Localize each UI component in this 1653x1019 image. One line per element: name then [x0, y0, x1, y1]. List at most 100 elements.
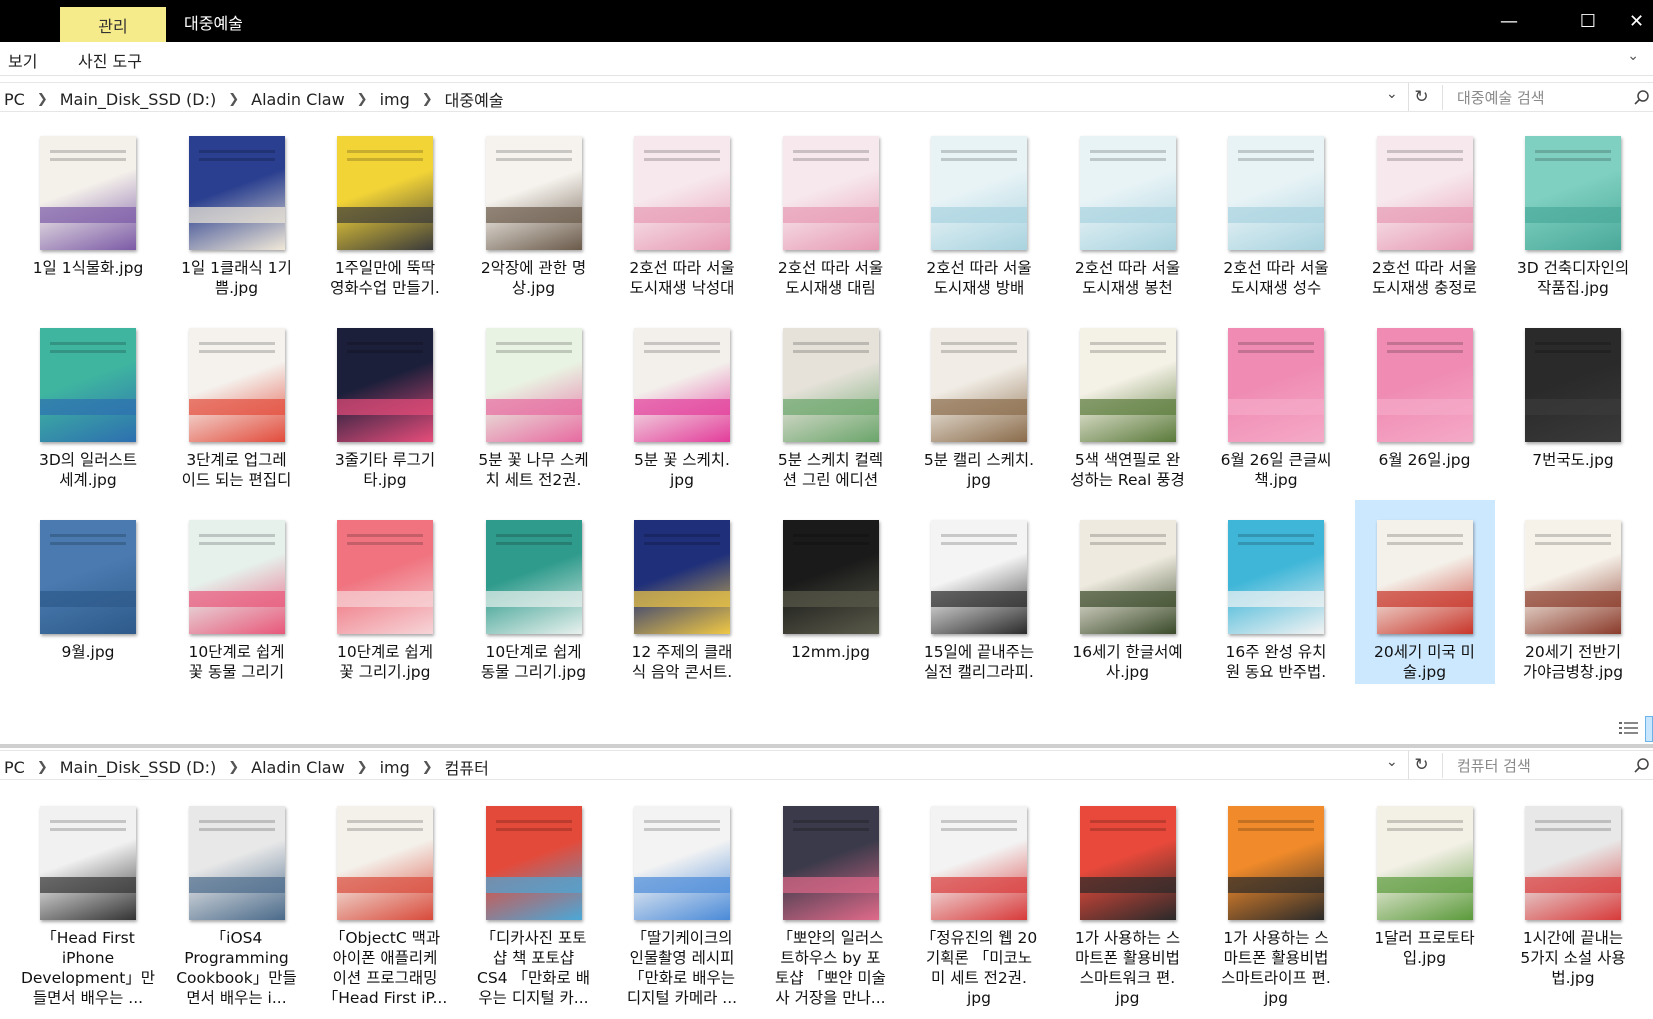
- file-item[interactable]: 「딸기케이크의 인물촬영 레시피 「만화로 배우는 디지털 카메라 ...: [612, 786, 752, 1008]
- file-thumbnail[interactable]: [634, 328, 730, 442]
- file-name[interactable]: 9월.jpg: [20, 642, 156, 662]
- chevron-right-icon[interactable]: ❯: [228, 760, 239, 775]
- file-thumbnail[interactable]: [188, 806, 285, 920]
- file-name[interactable]: 1일 1식물화.jpg: [20, 258, 156, 278]
- file-name[interactable]: 1가 사용하는 스 마트폰 활용비법 스마트라이프 편. jpg: [1208, 928, 1344, 1006]
- file-item[interactable]: 2악장에 관한 명 상.jpg: [464, 116, 604, 300]
- file-item[interactable]: 1가 사용하는 스 마트폰 활용비법 스마트라이프 편. jpg: [1206, 786, 1346, 1008]
- file-thumbnail[interactable]: [634, 520, 730, 634]
- file-thumbnail[interactable]: [1079, 520, 1176, 634]
- file-name[interactable]: 15일에 끝내주는 실전 캘리그라피. jpg: [911, 642, 1047, 682]
- file-thumbnail[interactable]: [931, 136, 1027, 250]
- file-item[interactable]: 7번국도.jpg: [1503, 308, 1643, 492]
- tab-manage[interactable]: 관리: [60, 7, 166, 42]
- file-thumbnail[interactable]: [1079, 806, 1176, 920]
- file-item[interactable]: 2호선 따라 서울 도시재생 성수 역.jpg: [1206, 116, 1346, 300]
- crumb-current[interactable]: 컴퓨터: [445, 755, 489, 779]
- search-box-top[interactable]: 대중예술 검색: [1442, 85, 1653, 110]
- file-item[interactable]: 5분 캘리 스케치. jpg: [909, 308, 1049, 492]
- file-thumbnail[interactable]: [1525, 328, 1621, 442]
- file-thumbnail[interactable]: [1376, 136, 1473, 250]
- file-name[interactable]: 6월 26일.jpg: [1357, 450, 1493, 470]
- details-view-icon[interactable]: [1618, 720, 1640, 736]
- file-name[interactable]: 16주 완성 유치 원 동요 반주법. jpg: [1208, 642, 1344, 682]
- file-item[interactable]: 2호선 따라 서울 도시재생 대림 역.jpg: [761, 116, 901, 300]
- file-item[interactable]: 1주일만에 뚝딱 영화수업 만들기. jpg: [315, 116, 455, 300]
- file-name[interactable]: 7번국도.jpg: [1505, 450, 1641, 470]
- file-item[interactable]: 9월.jpg: [18, 500, 158, 684]
- file-thumbnail[interactable]: [485, 328, 582, 442]
- file-name[interactable]: 20세기 미국 미 술.jpg: [1357, 642, 1493, 682]
- file-item[interactable]: 5색 색연필로 완 성하는 Real 풍경 화.jpg: [1058, 308, 1198, 492]
- file-item[interactable]: 5분 꽃 스케치. jpg: [612, 308, 752, 492]
- pane-divider[interactable]: [0, 744, 1653, 748]
- search-placeholder[interactable]: 컴퓨터 검색: [1457, 755, 1531, 776]
- file-item[interactable]: 1일 1클래식 1기 쁨.jpg: [167, 116, 307, 300]
- file-thumbnail[interactable]: [485, 520, 582, 634]
- file-name[interactable]: 「iOS4 Programming Cookbook」만들 면서 배우는 i..…: [169, 928, 305, 1006]
- file-item[interactable]: 1일 1식물화.jpg: [18, 116, 158, 300]
- file-name[interactable]: 12mm.jpg: [763, 642, 899, 662]
- file-thumbnail[interactable]: [1525, 136, 1621, 250]
- file-name[interactable]: 1달러 프로토타 입.jpg: [1357, 928, 1493, 968]
- file-name[interactable]: 3단계로 업그레 이드 되는 편집디 자인 레이아웃. jpg: [169, 450, 305, 490]
- chevron-right-icon[interactable]: ❯: [228, 92, 239, 107]
- file-name[interactable]: 1주일만에 뚝딱 영화수업 만들기. jpg: [317, 258, 453, 298]
- file-name[interactable]: 「정유진의 웹 20 기획론 「미코노 미 세트 전2권. jpg: [911, 928, 1047, 1006]
- file-thumbnail[interactable]: [40, 806, 136, 920]
- file-name[interactable]: 「Head First iPhone Development」만 들면서 배우는…: [20, 928, 156, 1006]
- file-name[interactable]: 2호선 따라 서울 도시재생 성수 역.jpg: [1208, 258, 1344, 298]
- file-name[interactable]: 5색 색연필로 완 성하는 Real 풍경 화.jpg: [1060, 450, 1196, 490]
- tab-picture-tools[interactable]: 사진 도구: [78, 48, 142, 72]
- search-icon[interactable]: [1633, 757, 1651, 775]
- tab-view[interactable]: 보기: [8, 48, 37, 72]
- file-item[interactable]: 3줄기타 루그기 타.jpg: [315, 308, 455, 492]
- file-item[interactable]: 「iOS4 Programming Cookbook」만들 면서 배우는 i..…: [167, 786, 307, 1008]
- file-thumbnail[interactable]: [188, 520, 285, 634]
- file-item[interactable]: 2호선 따라 서울 도시재생 낙성대 역.jpg: [612, 116, 752, 300]
- crumb-aladin[interactable]: Aladin Claw: [251, 90, 345, 109]
- crumb-img[interactable]: img: [380, 758, 410, 777]
- file-name[interactable]: 「ObjectC 맥과 아이폰 애플리케 이션 프로그래밍 「Head Firs…: [317, 928, 453, 1006]
- file-item[interactable]: 6월 26일.jpg: [1355, 308, 1495, 492]
- crumb-img[interactable]: img: [380, 90, 410, 109]
- file-thumbnail[interactable]: [782, 520, 879, 634]
- address-history-chevron-icon[interactable]: ⌄: [1386, 86, 1398, 102]
- file-item[interactable]: 「뽀얀의 일러스 트하우스 by 포 토샵 「뽀얀 미술 사 거장을 만나...: [761, 786, 901, 1008]
- file-item[interactable]: 2호선 따라 서울 도시재생 봉천 역.jpg: [1058, 116, 1198, 300]
- file-thumbnail[interactable]: [1525, 806, 1621, 920]
- file-thumbnail[interactable]: [1376, 806, 1473, 920]
- file-name[interactable]: 1가 사용하는 스 마트폰 활용비법 스마트워크 편. jpg: [1060, 928, 1196, 1006]
- file-item[interactable]: 2호선 따라 서울 도시재생 방배 역.jpg: [909, 116, 1049, 300]
- chevron-right-icon[interactable]: ❯: [357, 92, 368, 107]
- file-item[interactable]: 「ObjectC 맥과 아이폰 애플리케 이션 프로그래밍 「Head Firs…: [315, 786, 455, 1008]
- file-name[interactable]: 「뽀얀의 일러스 트하우스 by 포 토샵 「뽀얀 미술 사 거장을 만나...: [763, 928, 899, 1006]
- file-thumbnail[interactable]: [40, 520, 136, 634]
- file-name[interactable]: 2호선 따라 서울 도시재생 방배 역.jpg: [911, 258, 1047, 298]
- file-item[interactable]: 6월 26일 큰글씨 책.jpg: [1206, 308, 1346, 492]
- file-thumbnail[interactable]: [485, 136, 582, 250]
- file-name[interactable]: 1시간에 끝내는 5가지 소설 사용 법.jpg: [1505, 928, 1641, 988]
- ribbon-expand-chevron-icon[interactable]: ⌄: [1627, 48, 1639, 64]
- file-name[interactable]: 3줄기타 루그기 타.jpg: [317, 450, 453, 490]
- file-thumbnail[interactable]: [1228, 328, 1324, 442]
- search-placeholder[interactable]: 대중예술 검색: [1457, 87, 1545, 108]
- file-thumbnail[interactable]: [1228, 136, 1324, 250]
- maximize-button[interactable]: ☐: [1560, 0, 1616, 42]
- file-item[interactable]: 12mm.jpg: [761, 500, 901, 684]
- file-thumbnail[interactable]: [485, 806, 582, 920]
- file-name[interactable]: 16세기 한글서예 사.jpg: [1060, 642, 1196, 682]
- file-item[interactable]: 16세기 한글서예 사.jpg: [1058, 500, 1198, 684]
- file-item[interactable]: 2호선 따라 서울 도시재생 충정로 역.jpg: [1355, 116, 1495, 300]
- file-name[interactable]: 2악장에 관한 명 상.jpg: [466, 258, 602, 298]
- file-thumbnail[interactable]: [1376, 520, 1473, 634]
- file-item[interactable]: 3D의 일러스트 세계.jpg: [18, 308, 158, 492]
- file-name[interactable]: 2호선 따라 서울 도시재생 봉천 역.jpg: [1060, 258, 1196, 298]
- file-thumbnail[interactable]: [337, 136, 433, 250]
- file-name[interactable]: 2호선 따라 서울 도시재생 대림 역.jpg: [763, 258, 899, 298]
- file-item[interactable]: 12 주제의 클래 식 음악 콘서트. jpg: [612, 500, 752, 684]
- file-name[interactable]: 6월 26일 큰글씨 책.jpg: [1208, 450, 1344, 490]
- file-thumbnail[interactable]: [337, 520, 433, 634]
- file-item[interactable]: 1시간에 끝내는 5가지 소설 사용 법.jpg: [1503, 786, 1643, 1008]
- file-item[interactable]: 16주 완성 유치 원 동요 반주법. jpg: [1206, 500, 1346, 684]
